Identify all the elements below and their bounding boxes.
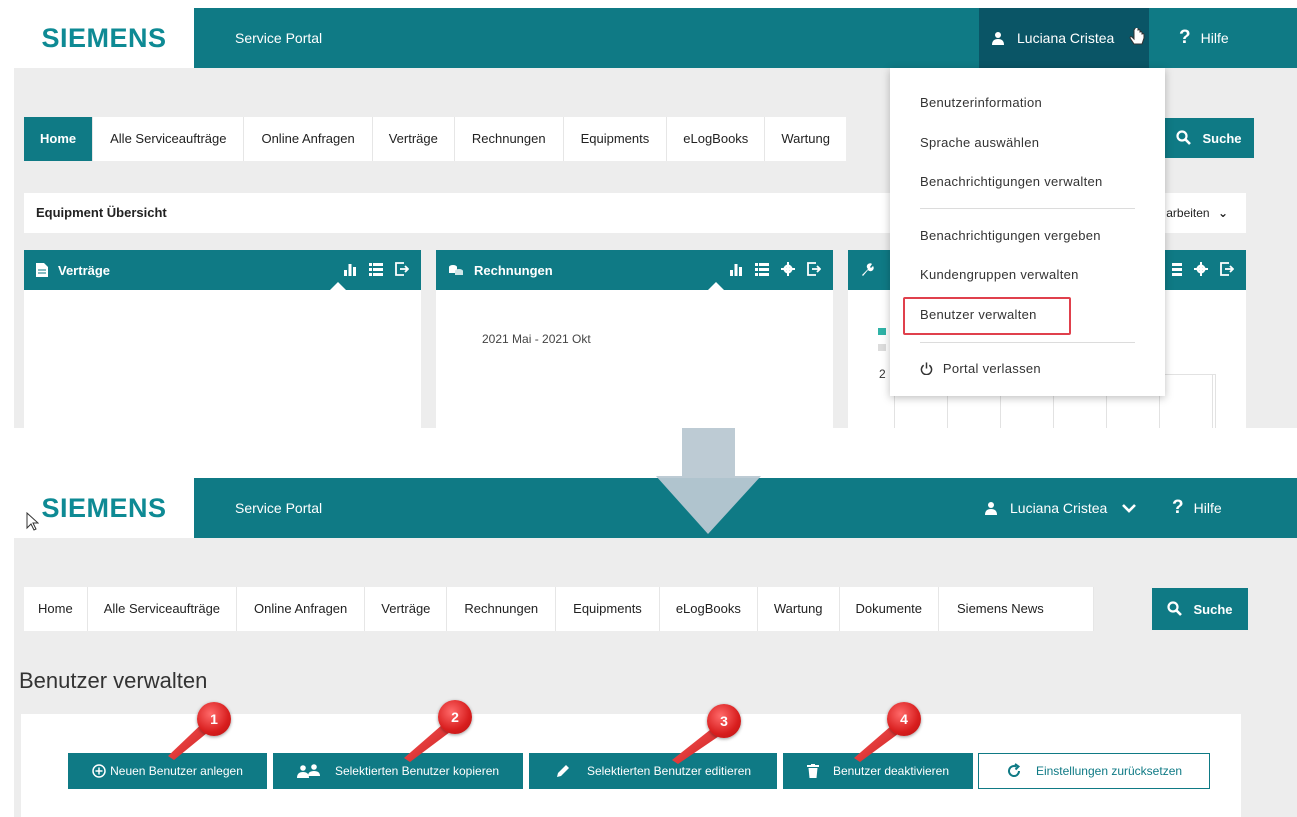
nav-item-home[interactable]: Home [24,117,94,161]
nav-item-home[interactable]: Home [24,587,88,631]
callout-badge-4: 4 [887,702,921,736]
nav-item-vertraege[interactable]: Verträge [365,587,448,631]
nav-item-alle-serviceauftraege[interactable]: Alle Serviceaufträge [88,587,238,631]
menu-item-kundengruppen[interactable]: Kundengruppen verwalten [920,267,1079,282]
nav-item-elogbooks[interactable]: eLogBooks [660,587,758,631]
document-icon [36,263,48,277]
menu-item-benachrichtigungen-vergeben[interactable]: Benachrichtigungen vergeben [920,228,1101,243]
user-name: Luciana Cristea [1010,500,1108,516]
help-label: Hilfe [1193,500,1222,516]
callout-badge-2: 2 [438,700,472,734]
transition-arrow-icon [656,428,761,534]
export-icon[interactable] [807,262,821,276]
nav-item-siemens-news[interactable]: Siemens News [939,587,1095,631]
siemens-logo-box[interactable]: SIEMENS [14,478,194,538]
portal-title: Service Portal [235,500,323,516]
nav-item-online-anfragen[interactable]: Online Anfragen [244,117,373,161]
help-button[interactable]: ? Hilfe [1172,478,1222,538]
help-label: Hilfe [1200,30,1229,46]
bar-chart-icon[interactable] [343,262,357,276]
user-menu-button[interactable]: Luciana Cristea [991,8,1146,68]
export-icon[interactable] [1220,262,1234,276]
chart-partial-label: 2 [879,367,886,381]
overview-action-label: arbeiten [1166,206,1210,220]
export-icon[interactable] [395,262,409,276]
legend-swatch [878,344,886,351]
nav-item-alle-serviceauftraege[interactable]: Alle Serviceaufträge [93,117,245,161]
chevron-down-icon [1122,504,1137,513]
search-icon [1176,130,1192,145]
menu-item-benutzerinformation[interactable]: Benutzerinformation [920,95,1042,110]
nav-item-elogbooks[interactable]: eLogBooks [667,117,766,161]
overview-title: Equipment Übersicht [36,205,167,220]
list-icon[interactable] [1168,262,1182,276]
nav-item-wartung[interactable]: Wartung [758,587,840,631]
menu-divider [920,342,1135,343]
main-nav-top: Home Alle Serviceaufträge Online Anfrage… [24,117,846,161]
menu-item-benutzer-verwalten[interactable]: Benutzer verwalten [920,307,1037,322]
top-screenshot-panel: SIEMENS Service Portal Luciana Cristea ?… [14,8,1297,428]
main-nav: Home Alle Serviceaufträge Online Anfrage… [24,587,1095,631]
power-icon [920,362,933,376]
widget-vertraege-header: Verträge [24,250,421,290]
help-button[interactable]: ? Hilfe [1179,8,1229,68]
rechnungen-period: 2021 Mai - 2021 Okt [482,332,591,346]
mouse-pointer-icon [26,512,39,531]
nav-item-equipments[interactable]: Equipments [564,117,668,161]
nav-item-rechnungen[interactable]: Rechnungen [447,587,557,631]
nav-item-equipments[interactable]: Equipments [556,587,660,631]
question-icon: ? [1179,27,1191,48]
siemens-logo-box[interactable]: SIEMENS [14,8,194,68]
search-label: Suche [1193,601,1233,617]
user-icon [985,502,997,515]
widget-vertraege: Verträge [24,250,421,428]
widget-vertraege-title: Verträge [58,262,111,278]
user-menu-button[interactable]: Luciana Cristea [984,478,1137,538]
menu-divider [920,208,1135,209]
portal-title: Service Portal [235,30,323,46]
list-icon[interactable] [755,262,769,276]
nav-item-online-anfragen[interactable]: Online Anfragen [237,587,366,631]
search-icon [1167,601,1183,616]
legend-swatch [878,328,886,335]
gear-icon[interactable] [781,262,795,276]
page-title: Benutzer verwalten [19,668,208,693]
overview-action[interactable]: arbeiten ⌄ [1166,193,1228,233]
widget-rechnungen: Rechnungen 2021 Mai - 2021 Okt [436,250,833,428]
nav-item-vertraege[interactable]: Verträge [373,117,455,161]
chevron-down-icon: ⌄ [1217,206,1228,220]
bar-chart-icon[interactable] [729,262,743,276]
nav-item-wartung[interactable]: Wartung [765,117,846,161]
user-icon [992,32,1004,45]
nav-item-dokumente[interactable]: Dokumente [840,587,940,631]
menu-item-sprache[interactable]: Sprache auswählen [920,135,1039,150]
search-button[interactable]: Suche [1164,118,1254,158]
user-name: Luciana Cristea [1017,30,1115,46]
user-dropdown-menu: Benutzerinformation Sprache auswählen Be… [890,68,1165,396]
list-icon[interactable] [369,262,383,276]
callout-badge-1: 1 [197,702,231,736]
search-button[interactable]: Suche [1152,588,1248,630]
menu-item-portal-verlassen-label: Portal verlassen [942,361,1041,376]
widget-rechnungen-title: Rechnungen [474,262,553,278]
hand-cursor-icon [1129,28,1145,45]
wrench-icon [862,263,874,276]
question-icon: ? [1172,497,1184,518]
menu-item-benachrichtigungen-verwalten[interactable]: Benachrichtigungen verwalten [920,174,1103,189]
search-label: Suche [1202,130,1242,146]
coins-icon [449,265,463,275]
siemens-logo: SIEMENS [41,22,167,53]
siemens-logo: SIEMENS [41,492,167,523]
tab-caret [708,282,724,290]
callout-badge-3: 3 [707,704,741,738]
header-bar: SIEMENS Service Portal Luciana Cristea ?… [14,8,1297,68]
nav-item-rechnungen[interactable]: Rechnungen [455,117,564,161]
menu-item-portal-verlassen[interactable]: Portal verlassen [920,361,1041,376]
tab-caret [330,282,346,290]
gear-icon[interactable] [1194,262,1208,276]
widget-rechnungen-header: Rechnungen [436,250,833,290]
